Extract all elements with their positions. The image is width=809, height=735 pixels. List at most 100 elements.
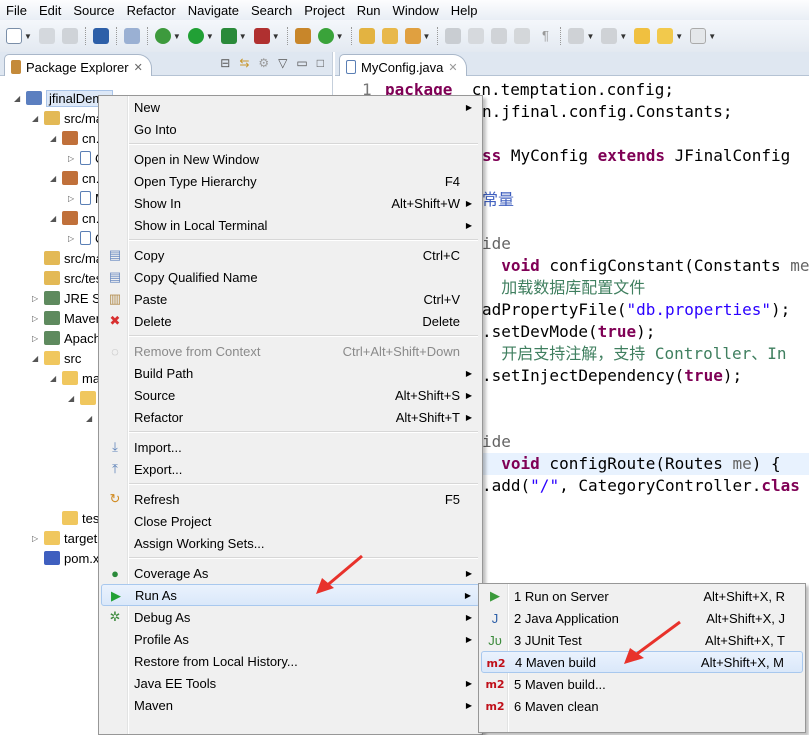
menu-project[interactable]: Project <box>298 3 350 18</box>
code-line[interactable]: .add("/", CategoryController.clas <box>482 475 800 497</box>
expanded-arrow-icon[interactable]: ◢ <box>50 374 58 383</box>
tree-item[interactable]: ◢ src <box>32 348 81 368</box>
menu-item-assign-working-sets[interactable]: Assign Working Sets... <box>101 532 480 554</box>
view-menu-chevron-icon[interactable]: ▽ <box>278 56 287 70</box>
menu-item-export[interactable]: ⤒ Export... <box>101 458 480 480</box>
menu-item-6-maven-clean[interactable]: m2 6 Maven clean <box>481 695 803 717</box>
menu-source[interactable]: Source <box>67 3 120 18</box>
word-wrap-icon[interactable] <box>514 28 531 44</box>
tree-item[interactable]: ▷ Maven <box>32 308 103 328</box>
menu-run[interactable]: Run <box>351 3 387 18</box>
menu-item-paste[interactable]: ▥ Paste Ctrl+V <box>101 288 480 310</box>
tree-item[interactable]: ▷ target <box>32 528 97 548</box>
collapsed-arrow-icon[interactable]: ▷ <box>32 314 40 323</box>
expanded-arrow-icon[interactable]: ◢ <box>32 114 40 123</box>
menu-item-build-path[interactable]: Build Path ▶ <box>101 362 480 384</box>
menu-item-run-as[interactable]: ▶ Run As ▶ <box>101 584 480 606</box>
menu-item-maven[interactable]: Maven ▶ <box>101 694 480 716</box>
minimize-icon[interactable]: ▭ <box>296 56 307 70</box>
collapsed-arrow-icon[interactable]: ▷ <box>68 194 76 203</box>
menu-window[interactable]: Window <box>387 3 445 18</box>
maximize-icon[interactable]: □ <box>317 56 324 70</box>
menu-item-open-in-new-window[interactable]: Open in New Window <box>101 148 480 170</box>
menu-item-import[interactable]: ⤓ Import... <box>101 436 480 458</box>
mark-occurrences-icon[interactable] <box>468 28 485 44</box>
menu-item-source[interactable]: Source Alt+Shift+S ▶ <box>101 384 480 406</box>
tree-item[interactable]: src/ma <box>32 248 103 268</box>
view-menu-icon[interactable]: ⚙ <box>258 56 269 70</box>
menu-item-3-junit-test[interactable]: Jᴜ 3 JUnit Test Alt+Shift+X, T <box>481 629 803 651</box>
menu-item-go-into[interactable]: Go Into <box>101 118 480 140</box>
close-icon[interactable]: ✕ <box>134 61 143 74</box>
forward-icon[interactable] <box>690 28 707 44</box>
menu-item-restore-from-local-history[interactable]: Restore from Local History... <box>101 650 480 672</box>
code-line[interactable]: ide <box>482 431 511 453</box>
collapse-all-icon[interactable]: ⊟ <box>220 56 230 70</box>
menu-item-4-maven-build[interactable]: m2 4 Maven build Alt+Shift+X, M <box>481 651 803 673</box>
collapsed-arrow-icon[interactable]: ▷ <box>32 334 40 343</box>
collapsed-arrow-icon[interactable]: ▷ <box>32 294 40 303</box>
expanded-arrow-icon[interactable]: ◢ <box>14 94 22 103</box>
code-line[interactable]: .setDevMode(true); <box>482 321 655 343</box>
save-all-icon[interactable] <box>61 28 78 44</box>
menu-item-java-ee-tools[interactable]: Java EE Tools ▶ <box>101 672 480 694</box>
link-with-editor-icon[interactable]: ⇆ <box>239 56 249 70</box>
menu-navigate[interactable]: Navigate <box>182 3 245 18</box>
expanded-arrow-icon[interactable]: ◢ <box>50 134 58 143</box>
tab-package-explorer[interactable]: Package Explorer ✕ <box>4 54 152 76</box>
collapsed-arrow-icon[interactable]: ▷ <box>32 534 40 543</box>
tree-item[interactable]: pom.x <box>32 548 99 568</box>
menu-item-coverage-as[interactable]: ● Coverage As ▶ <box>101 562 480 584</box>
back-icon[interactable] <box>657 28 674 44</box>
menu-help[interactable]: Help <box>445 3 484 18</box>
menu-item-2-java-application[interactable]: J 2 Java Application Alt+Shift+X, J <box>481 607 803 629</box>
expanded-arrow-icon[interactable]: ◢ <box>50 214 58 223</box>
new-icon[interactable] <box>6 28 22 44</box>
menu-item-copy-qualified-name[interactable]: ▤ Copy Qualified Name <box>101 266 480 288</box>
expanded-arrow-icon[interactable]: ◢ <box>86 414 94 423</box>
menu-item-new[interactable]: New ▶ <box>101 96 480 118</box>
menu-item-remove-from-context[interactable]: ◌ Remove from Context Ctrl+Alt+Shift+Down <box>101 340 480 362</box>
menu-item-close-project[interactable]: Close Project <box>101 510 480 532</box>
code-line[interactable]: ss MyConfig extends JFinalConfig <box>482 145 790 167</box>
debug-icon[interactable] <box>154 28 171 44</box>
code-line[interactable]: .setInjectDependency(true); <box>482 365 742 387</box>
collapsed-arrow-icon[interactable]: ▷ <box>68 234 76 243</box>
expanded-arrow-icon[interactable]: ◢ <box>50 174 58 183</box>
menu-item-delete[interactable]: ✖ Delete Delete <box>101 310 480 332</box>
save-icon[interactable] <box>38 28 55 44</box>
terminal-icon[interactable] <box>92 28 109 44</box>
menu-item-debug-as[interactable]: ✲ Debug As ▶ <box>101 606 480 628</box>
code-line[interactable]: 开启支持注解，支持 Controller、In <box>482 343 786 365</box>
close-icon[interactable]: ✕ <box>448 61 457 74</box>
new-java-package-icon[interactable] <box>294 28 311 44</box>
menu-item-show-in[interactable]: Show In Alt+Shift+W ▶ <box>101 192 480 214</box>
open-type-icon[interactable] <box>358 28 375 44</box>
block-selection-icon[interactable] <box>491 28 508 44</box>
menu-file[interactable]: File <box>0 3 33 18</box>
code-line[interactable]: void configRoute(Routes me) { <box>482 453 809 475</box>
previous-annotation-icon[interactable] <box>601 28 618 44</box>
open-task-icon[interactable] <box>381 28 398 44</box>
menu-item-show-in-local-terminal[interactable]: Show in Local Terminal ▶ <box>101 214 480 236</box>
menu-search[interactable]: Search <box>245 3 298 18</box>
menu-item-1-run-on-server[interactable]: ▶ 1 Run on Server Alt+Shift+X, R <box>481 585 803 607</box>
menu-item-open-type-hierarchy[interactable]: Open Type Hierarchy F4 <box>101 170 480 192</box>
run-icon[interactable] <box>187 28 204 44</box>
coverage-icon[interactable] <box>220 28 237 44</box>
menu-edit[interactable]: Edit <box>33 3 67 18</box>
external-tools-icon[interactable] <box>253 28 270 44</box>
tab-myconfig-java[interactable]: MyConfig.java ✕ <box>339 54 467 76</box>
collapsed-arrow-icon[interactable]: ▷ <box>68 154 76 163</box>
code-line[interactable]: 加载数据库配置文件 <box>482 277 645 299</box>
tree-item[interactable]: ◢ src/ma <box>32 108 103 128</box>
menu-item-5-maven-build[interactable]: m2 5 Maven build... <box>481 673 803 695</box>
menu-item-refactor[interactable]: Refactor Alt+Shift+T ▶ <box>101 406 480 428</box>
skip-breakpoints-icon[interactable] <box>123 28 140 44</box>
code-line[interactable]: adPropertyFile("db.properties"); <box>482 299 790 321</box>
code-line[interactable]: void configConstant(Constants me <box>482 255 809 277</box>
code-line[interactable]: 常量 <box>482 189 514 211</box>
search-icon[interactable] <box>404 28 421 44</box>
tree-item[interactable]: ◢ mai <box>50 368 103 388</box>
tree-item[interactable]: src/tes <box>32 268 102 288</box>
